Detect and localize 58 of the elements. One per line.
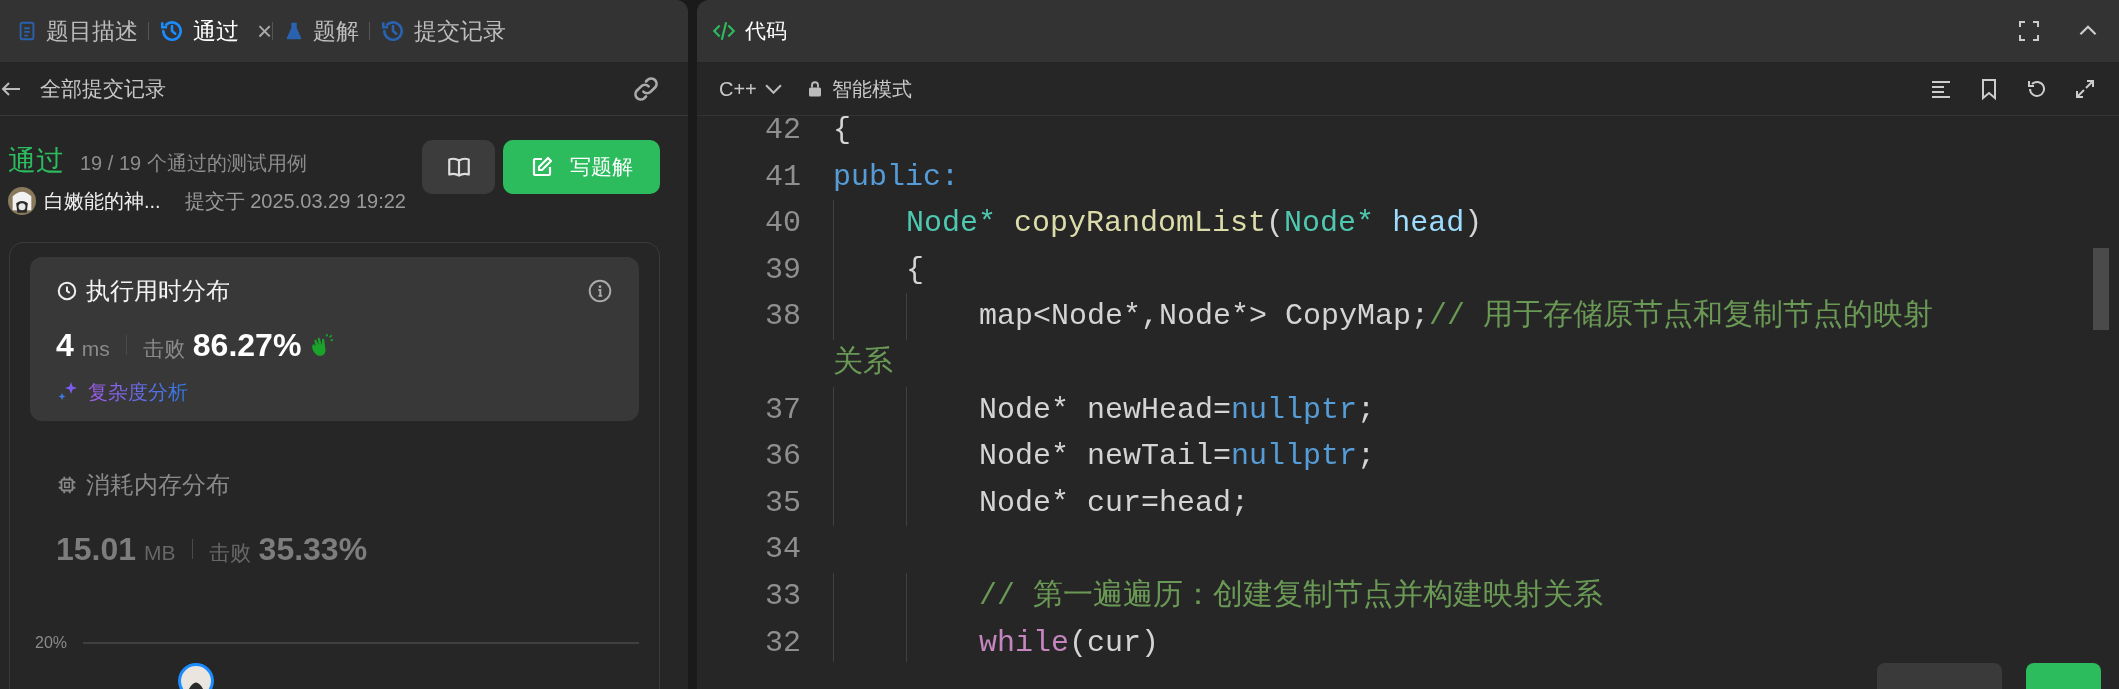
beats-percent: 86.27% [192, 326, 302, 365]
clapping-hands-icon [309, 332, 336, 358]
tab[interactable]: 提交记录 [370, 13, 517, 49]
code-line: Node* copyRandomList(Node* head) [833, 200, 1483, 247]
code-line: Node* cur=head; [833, 479, 1250, 527]
metric-value: 4 [56, 326, 74, 365]
metric-unit: MB [144, 540, 176, 566]
code-line: map<Node*,Node*> CopyMap;// 用于存储原节点和复制节点的映射 [833, 293, 1934, 340]
chevron-down-icon [764, 83, 782, 94]
metric-value: 15.01 [56, 530, 137, 569]
line-number: 41 [764, 158, 801, 196]
language-dropdown[interactable]: C++ [711, 73, 790, 104]
metric-unit: ms [81, 336, 110, 362]
info-icon [587, 278, 613, 304]
axis-label: 20% [35, 633, 68, 653]
solution-book-button[interactable] [422, 140, 495, 194]
edit-icon [530, 155, 554, 179]
scrollbar-thumb[interactable] [2093, 248, 2109, 330]
code-line: 关系 [833, 344, 893, 382]
beats-label: 击败 [208, 540, 251, 566]
metric-title: 执行用时分布 [86, 276, 230, 306]
editor-mode[interactable]: 智能模式 [831, 73, 912, 104]
line-number: 32 [764, 624, 801, 662]
clock-icon [56, 280, 78, 302]
code-line: while(cur) [833, 619, 1160, 662]
line-number: 35 [764, 484, 801, 522]
history-icon [159, 18, 185, 44]
line-number: 34 [764, 531, 801, 569]
code-line: { [833, 116, 851, 149]
tab[interactable]: 通过 [149, 13, 249, 49]
line-number: 39 [764, 251, 801, 289]
author-name[interactable]: 白嫩能的神... [44, 186, 161, 216]
code-line: Node* newTail=nullptr; [833, 433, 1376, 480]
page-title: 全部提交记录 [40, 75, 166, 102]
code-line: public: [833, 158, 960, 196]
line-number: 37 [764, 391, 801, 429]
code-line: // 第一遍遍历：创建复制节点并构建映射关系 [833, 572, 1604, 620]
chip-icon [56, 474, 78, 496]
verdict-status: 通过 [8, 144, 64, 178]
line-number: 40 [764, 205, 801, 243]
metric-card[interactable]: 执行用时分布 4 ms 击败 86.27% 复杂度分析 [30, 257, 639, 421]
submission-time: 提交于 2025.03.29 19:22 [184, 189, 406, 214]
code-line: Node* newHead=nullptr; [833, 386, 1376, 434]
test-cases-text: 19 / 19 个通过的测试用例 [80, 151, 307, 176]
fullscreen-icon[interactable] [2017, 19, 2041, 43]
code-line: { [833, 246, 925, 294]
tab[interactable]: 题解 [273, 13, 370, 49]
metric-section[interactable]: 消耗内存分布 15.01 MB 击败 35.33% [30, 451, 639, 587]
metric-title: 消耗内存分布 [86, 470, 230, 500]
line-number: 42 [764, 116, 801, 149]
beats-label: 击败 [142, 336, 185, 362]
close-icon[interactable]: × [257, 11, 273, 51]
tab[interactable]: 题目描述 [6, 13, 148, 49]
beats-percent: 35.33% [258, 530, 368, 569]
line-number: 33 [764, 577, 801, 615]
panel-title: 代码 [745, 18, 787, 45]
line-number: 36 [764, 438, 801, 476]
line-number: 38 [764, 298, 801, 336]
